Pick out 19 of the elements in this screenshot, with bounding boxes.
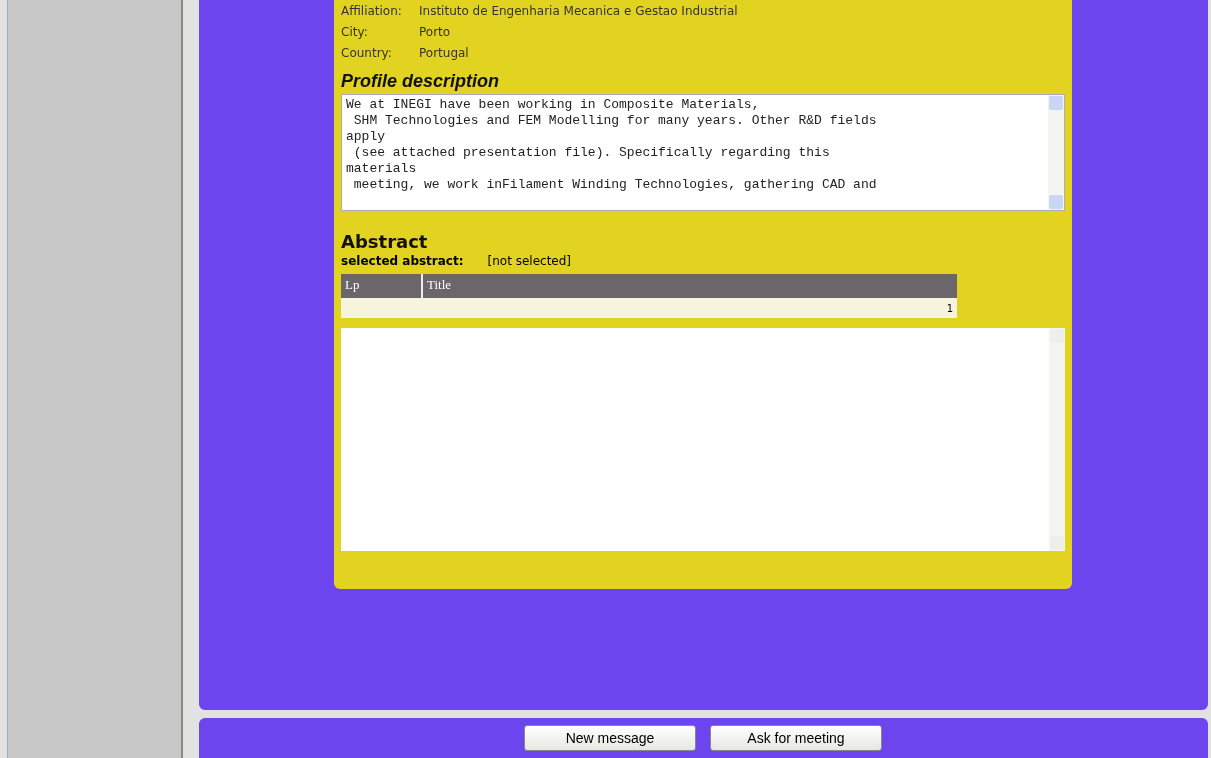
action-button[interactable]: New message: [524, 725, 696, 751]
field-value: Portugal: [419, 45, 469, 60]
field-label: selected abstract:: [341, 254, 464, 268]
table-cell-text: 1: [945, 302, 954, 314]
column-header: Title: [426, 276, 453, 294]
field-value: [not selected]: [487, 254, 571, 268]
description-field[interactable]: [341, 94, 1065, 211]
abstract-field[interactable]: [341, 328, 1065, 551]
description-text: We at INEGI have been working in Composite Materials, SHM Technologies and FEM Modelling for many years. Other R&D fields apply (see attached presentation file). Specifically regarding this materials meeting, we work inFilament Winding Technologies, gathering CAD and: [345, 96, 878, 194]
field-label: City:: [341, 24, 369, 39]
section-title: Abstract: [341, 231, 429, 252]
scrollbar[interactable]: [1048, 95, 1064, 210]
action-button[interactable]: Ask for meeting: [710, 725, 882, 751]
field-label: Country:: [341, 45, 393, 60]
field-value: Porto: [419, 24, 451, 39]
field-label: Affiliation:: [341, 3, 403, 18]
table-row[interactable]: 1: [341, 298, 957, 318]
section-title: Profile description: [341, 71, 501, 92]
field-value: Instituto de Engenharia Mecanica e Gestao Industrial: [419, 3, 738, 18]
